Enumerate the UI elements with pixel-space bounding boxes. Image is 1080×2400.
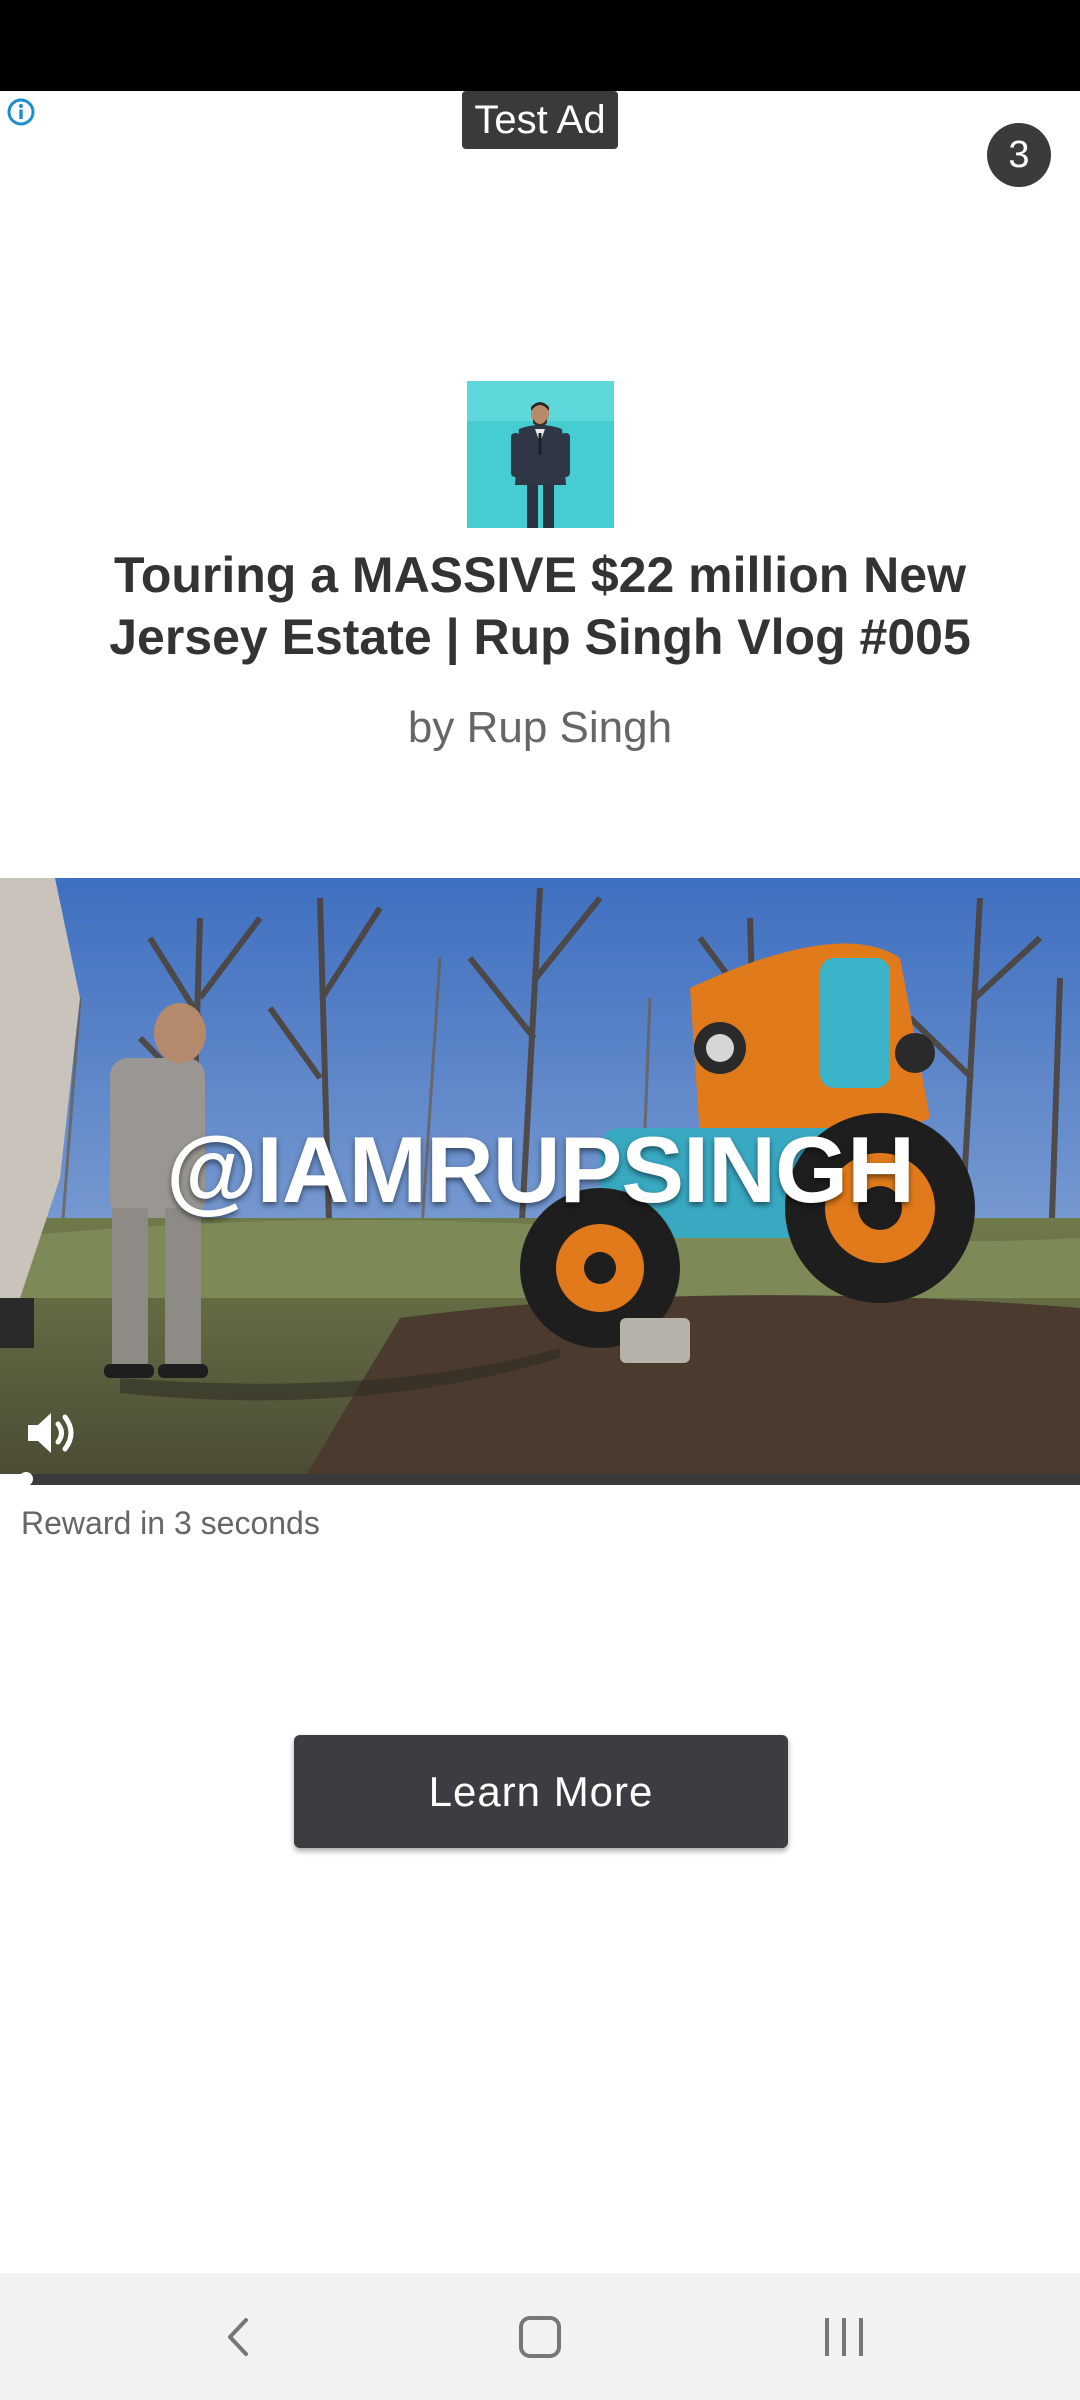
ad-title: Touring a MASSIVE $22 million New Jersey… bbox=[109, 547, 971, 665]
recents-lines-icon[interactable] bbox=[784, 2273, 904, 2400]
back-chevron-icon[interactable] bbox=[178, 2273, 298, 2400]
video-progress-bar[interactable] bbox=[0, 1474, 1080, 1485]
ad-byline: by Rup Singh bbox=[407, 703, 673, 752]
home-square-icon[interactable] bbox=[480, 2273, 600, 2400]
video-progress-knob[interactable] bbox=[19, 1472, 33, 1486]
countdown-badge: 3 bbox=[987, 123, 1051, 187]
advertiser-thumbnail[interactable] bbox=[467, 381, 614, 528]
status-bar bbox=[0, 0, 1080, 91]
system-navigation-bar bbox=[0, 2273, 1080, 2400]
speaker-on-icon[interactable] bbox=[24, 1408, 82, 1458]
video-overlay-text: @IAMRUPSINGH bbox=[165, 1117, 915, 1222]
info-circle-icon[interactable] bbox=[6, 97, 36, 127]
test-ad-label: Test Ad bbox=[462, 91, 618, 149]
learn-more-button[interactable]: Learn More bbox=[294, 1735, 788, 1848]
reward-countdown-text: Reward in 3 seconds bbox=[21, 1505, 320, 1541]
